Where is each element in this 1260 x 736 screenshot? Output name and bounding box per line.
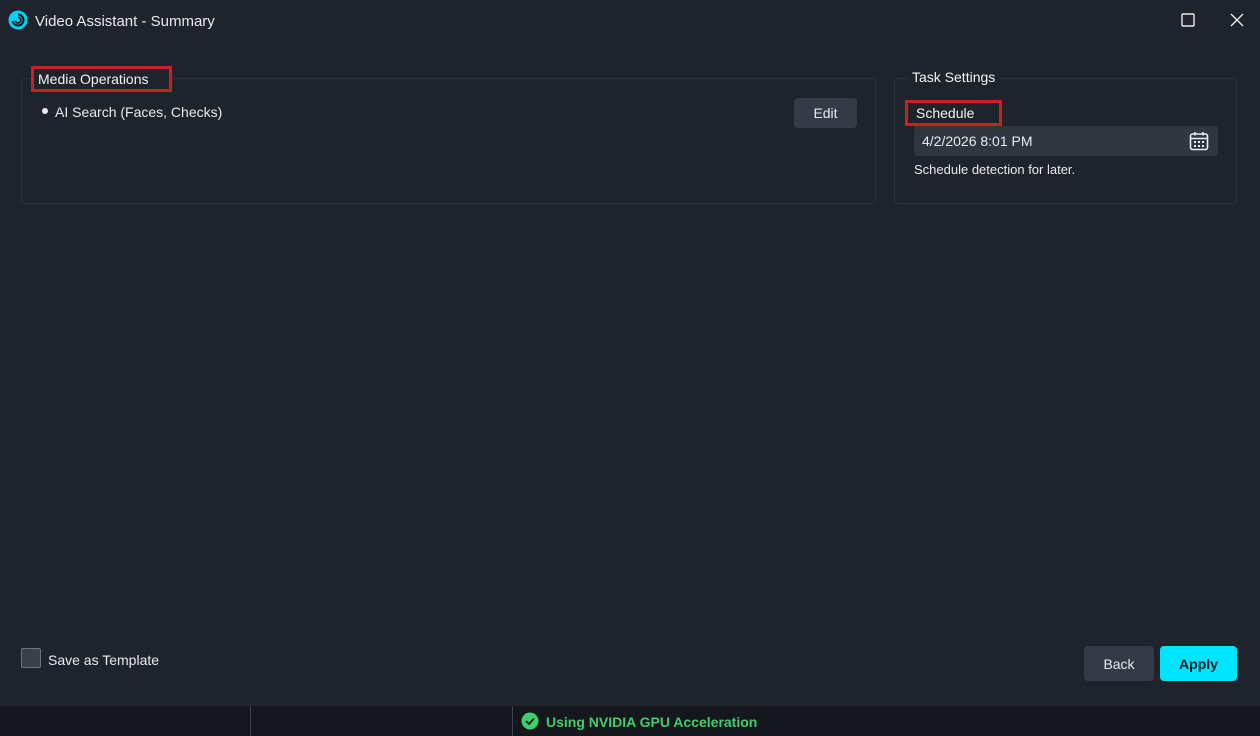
schedule-label: Schedule <box>905 100 1002 126</box>
save-as-template-label[interactable]: Save as Template <box>48 652 159 668</box>
back-button[interactable]: Back <box>1084 646 1154 681</box>
schedule-hint: Schedule detection for later. <box>914 162 1076 177</box>
maximize-button[interactable] <box>1174 8 1202 36</box>
edit-button[interactable]: Edit <box>794 98 857 128</box>
status-divider <box>512 706 513 736</box>
status-divider <box>250 706 251 736</box>
calendar-icon[interactable] <box>1188 130 1210 152</box>
apply-button[interactable]: Apply <box>1160 646 1237 681</box>
media-operation-item: AI Search (Faces, Checks) <box>55 104 223 120</box>
media-operations-legend: Media Operations <box>31 66 172 92</box>
window-title: Video Assistant - Summary <box>35 13 215 30</box>
gpu-acceleration-status: Using NVIDIA GPU Acceleration <box>546 714 758 730</box>
close-icon <box>1230 13 1244 32</box>
task-settings-legend: Task Settings <box>908 67 1000 87</box>
schedule-datetime-input[interactable]: 4/2/2026 8:01 PM <box>914 126 1218 156</box>
app-logo-icon <box>8 10 28 30</box>
save-as-template-checkbox[interactable] <box>21 648 41 668</box>
video-assistant-window: Video Assistant - Summary Media Operatio… <box>0 0 1260 736</box>
close-button[interactable] <box>1223 8 1251 36</box>
schedule-datetime-value: 4/2/2026 8:01 PM <box>922 133 1033 149</box>
title-bar: Video Assistant - Summary <box>0 0 1260 44</box>
media-operations-panel <box>21 78 876 204</box>
list-bullet <box>42 108 48 114</box>
check-circle-icon <box>521 712 539 730</box>
maximize-icon <box>1181 12 1195 32</box>
